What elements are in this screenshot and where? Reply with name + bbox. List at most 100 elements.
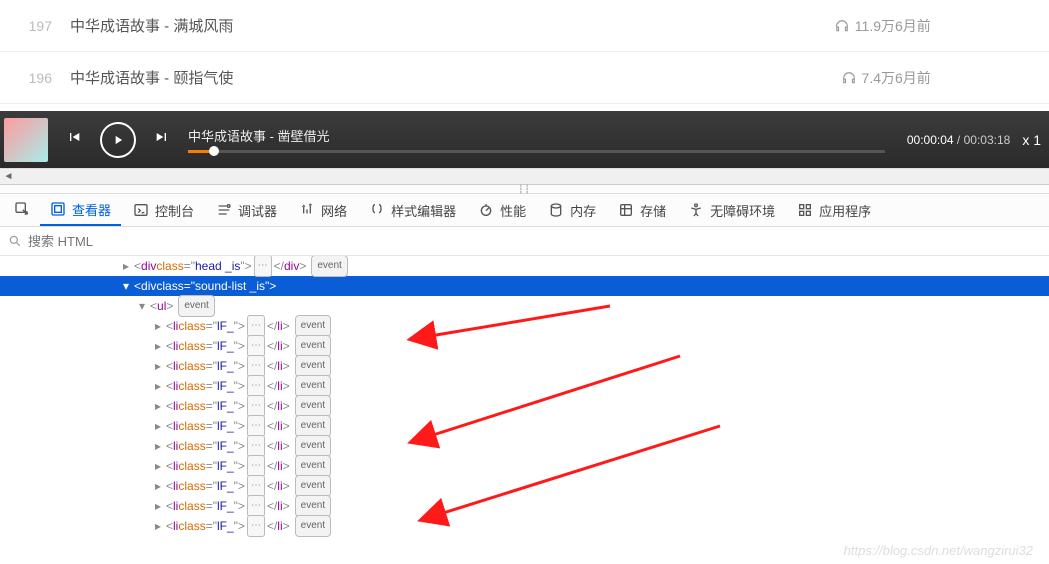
track-date: 6月前: [895, 16, 1035, 36]
dom-node[interactable]: ▸<div class="head _is">⋯</div>event: [0, 256, 1049, 276]
dom-node[interactable]: ▸<li class="lF_">⋯</li>event: [0, 456, 1049, 476]
expand-twisty-icon[interactable]: ▸: [152, 436, 164, 456]
audio-player-bar: 中华成语故事 - 凿壁借光 00:00:04 / 00:03:18 x 1: [0, 111, 1049, 168]
tab-console[interactable]: 控制台: [123, 194, 204, 226]
expand-twisty-icon[interactable]: ▸: [152, 516, 164, 536]
ellipsis-icon[interactable]: ⋯: [247, 335, 265, 357]
event-badge[interactable]: event: [295, 455, 331, 477]
tab-inspector[interactable]: 查看器: [40, 194, 121, 226]
expand-twisty-icon[interactable]: ▾: [136, 296, 148, 316]
event-badge[interactable]: event: [178, 295, 214, 317]
dom-node[interactable]: ▸<li class="lF_">⋯</li>event: [0, 316, 1049, 336]
track-row[interactable]: 197 中华成语故事 - 满城风雨 11.9万 6月前: [0, 0, 1049, 52]
track-plays: 7.4万: [795, 68, 895, 88]
track-date: 6月前: [895, 68, 1035, 88]
event-badge[interactable]: event: [295, 435, 331, 457]
expand-twisty-icon[interactable]: ▸: [152, 316, 164, 336]
dom-node[interactable]: ▸<li class="lF_">⋯</li>event: [0, 396, 1049, 416]
event-badge[interactable]: event: [295, 415, 331, 437]
expand-twisty-icon[interactable]: ▸: [152, 356, 164, 376]
tab-debugger[interactable]: 调试器: [206, 194, 287, 226]
ellipsis-icon[interactable]: ⋯: [247, 435, 265, 457]
playback-speed[interactable]: x 1: [1022, 132, 1041, 148]
dom-node[interactable]: ▸<li class="lF_">⋯</li>event: [0, 476, 1049, 496]
horizontal-scrollbar[interactable]: ◄: [0, 168, 1049, 185]
progress-bar[interactable]: [188, 150, 885, 153]
album-thumbnail[interactable]: [4, 118, 48, 162]
search-input[interactable]: [28, 234, 1041, 249]
devtools-drag-handle[interactable]: ┇┇: [0, 185, 1049, 194]
dom-node[interactable]: ▸<li class="lF_">⋯</li>event: [0, 336, 1049, 356]
track-number: 196: [14, 70, 70, 86]
event-badge[interactable]: event: [295, 375, 331, 397]
expand-twisty-icon[interactable]: ▸: [120, 256, 132, 276]
dom-node[interactable]: ▸<li class="lF_">⋯</li>event: [0, 376, 1049, 396]
dom-node[interactable]: ▸<li class="lF_">⋯</li>event: [0, 436, 1049, 456]
play-button[interactable]: [100, 122, 136, 158]
ellipsis-icon[interactable]: ⋯: [247, 375, 265, 397]
event-badge[interactable]: event: [295, 495, 331, 517]
html-search-bar: [0, 227, 1049, 256]
memory-icon: [548, 202, 564, 218]
expand-twisty-icon[interactable]: ▸: [152, 496, 164, 516]
search-icon: [8, 234, 22, 248]
expand-twisty-icon[interactable]: ▸: [152, 396, 164, 416]
inspector-icon: [50, 201, 66, 217]
expand-twisty-icon[interactable]: ▾: [120, 276, 132, 296]
progress-handle[interactable]: [209, 146, 219, 156]
ellipsis-icon[interactable]: ⋯: [254, 256, 272, 277]
event-badge[interactable]: event: [295, 335, 331, 357]
tab-network[interactable]: 网络: [289, 194, 357, 226]
scroll-left-icon[interactable]: ◄: [0, 168, 17, 185]
track-row[interactable]: 196 中华成语故事 - 颐指气使 7.4万 6月前: [0, 52, 1049, 104]
expand-twisty-icon[interactable]: ▸: [152, 376, 164, 396]
tab-accessibility[interactable]: 无障碍环境: [678, 194, 785, 226]
event-badge[interactable]: event: [295, 475, 331, 497]
accessibility-icon: [688, 202, 704, 218]
ellipsis-icon[interactable]: ⋯: [247, 315, 265, 337]
event-badge[interactable]: event: [295, 355, 331, 377]
dom-node[interactable]: ▾<ul>event: [0, 296, 1049, 316]
application-icon: [797, 202, 813, 218]
event-badge[interactable]: event: [295, 515, 331, 537]
track-number: 197: [14, 18, 70, 34]
tab-storage[interactable]: 存储: [608, 194, 676, 226]
dom-tree[interactable]: ▸<div class="head _is">⋯</div>event▾<div…: [0, 256, 1049, 564]
tab-style-editor[interactable]: 样式编辑器: [359, 194, 466, 226]
dom-node[interactable]: ▸<li class="lF_">⋯</li>event: [0, 516, 1049, 536]
player-controls: [66, 122, 170, 158]
ellipsis-icon[interactable]: ⋯: [247, 515, 265, 537]
storage-icon: [618, 202, 634, 218]
debugger-icon: [216, 202, 232, 218]
next-button[interactable]: [154, 129, 170, 150]
network-icon: [299, 202, 315, 218]
devtools-tabbar: 查看器 控制台 调试器 网络 样式编辑器 性能 内存 存储 无障碍环境 应用程序: [0, 194, 1049, 227]
event-badge[interactable]: event: [311, 256, 347, 277]
tab-application[interactable]: 应用程序: [787, 194, 881, 226]
tab-memory[interactable]: 内存: [538, 194, 606, 226]
ellipsis-icon[interactable]: ⋯: [247, 495, 265, 517]
track-title: 中华成语故事 - 满城风雨: [70, 15, 795, 36]
expand-twisty-icon[interactable]: ▸: [152, 336, 164, 356]
ellipsis-icon[interactable]: ⋯: [247, 355, 265, 377]
dom-node[interactable]: ▾<div class="sound-list _is">: [0, 276, 1049, 296]
expand-twisty-icon[interactable]: ▸: [152, 456, 164, 476]
expand-twisty-icon[interactable]: ▸: [152, 476, 164, 496]
ellipsis-icon[interactable]: ⋯: [247, 415, 265, 437]
expand-twisty-icon[interactable]: ▸: [152, 416, 164, 436]
pick-element-icon[interactable]: [6, 201, 38, 220]
track-plays: 11.9万: [795, 16, 895, 36]
dom-node[interactable]: ▸<li class="lF_">⋯</li>event: [0, 496, 1049, 516]
ellipsis-icon[interactable]: ⋯: [247, 475, 265, 497]
event-badge[interactable]: event: [295, 395, 331, 417]
tab-performance[interactable]: 性能: [468, 194, 536, 226]
player-time: 00:00:04 / 00:03:18: [907, 133, 1010, 147]
event-badge[interactable]: event: [295, 315, 331, 337]
performance-icon: [478, 202, 494, 218]
previous-button[interactable]: [66, 129, 82, 150]
ellipsis-icon[interactable]: ⋯: [247, 395, 265, 417]
ellipsis-icon[interactable]: ⋯: [247, 455, 265, 477]
dom-node[interactable]: ▸<li class="lF_">⋯</li>event: [0, 416, 1049, 436]
dom-node[interactable]: ▸<li class="lF_">⋯</li>event: [0, 356, 1049, 376]
console-icon: [133, 202, 149, 218]
